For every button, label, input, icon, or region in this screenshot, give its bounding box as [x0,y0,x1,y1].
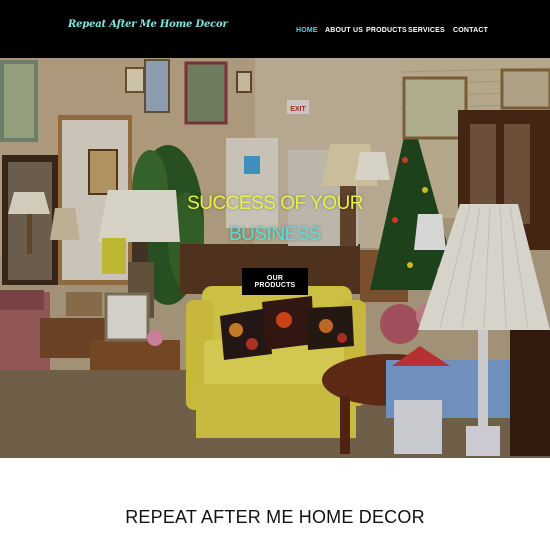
nav-contact[interactable]: CONTACT [453,27,488,34]
site-header: Repeat After Me Home Decor HOME ABOUT US… [0,0,550,58]
nav-products[interactable]: PRODUCTS [366,27,407,34]
nav-services[interactable]: SERVICES [408,27,445,34]
nav-about-us[interactable]: ABOUT US [325,27,363,34]
site-logo[interactable]: Repeat After Me Home Decor [68,19,228,30]
hero-headline-line2: BUSINESS [228,224,322,245]
site-title-heading: REPEAT AFTER ME HOME DECOR [125,507,425,527]
hero-headline-line1: SUCCESS OF YOUR [187,193,363,214]
hero-banner: EXIT [0,58,550,458]
hero-store-photo: EXIT [0,58,550,458]
nav-home[interactable]: HOME [296,27,318,34]
our-products-button[interactable]: OUR PRODUCTS [242,268,308,295]
